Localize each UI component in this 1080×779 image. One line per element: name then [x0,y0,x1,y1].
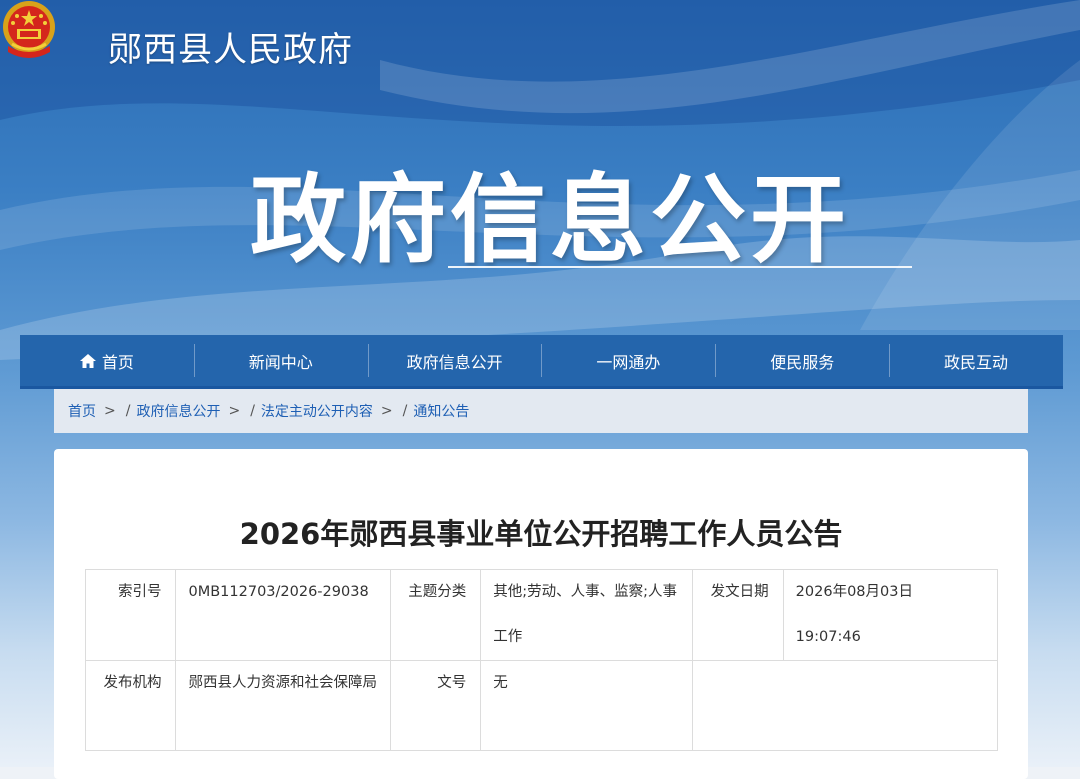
meta-label-docno: 文号 [389,660,482,751]
table-row: 发布机构 郧西县人力资源和社会保障局 文号 无 [84,660,998,751]
meta-value-date: 2026年08月03日 19:07:46 [782,569,999,661]
meta-value-org: 郧西县人力资源和社会保障局 [175,660,391,751]
breadcrumb-home[interactable]: 首页 [68,401,96,421]
nav-item-label: 一网通办 [596,352,661,372]
article-title: 2026年郧西县事业单位公开招聘工作人员公告 [239,517,843,551]
breadcrumb-slash: / [402,403,408,419]
article-meta-table: 索引号 0MB112703/2026-29038 主题分类 其他;劳动、人事、监… [84,569,999,751]
meta-label-index: 索引号 [84,569,177,661]
nav-item-online-service[interactable]: 一网通办 [541,335,715,386]
breadcrumb-notices[interactable]: 通知公告 [413,401,469,421]
meta-value-subject: 其他;劳动、人事、监察;人事工作 [480,569,694,661]
meta-value-docno: 无 [480,660,694,751]
nav-item-news[interactable]: 新闻中心 [193,335,368,386]
meta-value-index: 0MB112703/2026-29038 [175,569,391,661]
nav-item-label: 新闻中心 [248,352,313,372]
nav-item-gov-info[interactable]: 政府信息公开 [367,335,542,386]
breadcrumb-slash: / [250,403,255,419]
breadcrumb-separator: > [104,403,116,419]
table-row: 索引号 0MB112703/2026-29038 主题分类 其他;劳动、人事、监… [84,569,999,661]
breadcrumb-statutory-content[interactable]: 法定主动公开内容 [261,401,373,421]
main-nav: 首页 新闻中心 政府信息公开 一网通办 便民服务 政民互动 [20,335,1063,389]
nav-item-public-service[interactable]: 便民服务 [715,335,889,386]
breadcrumb: 首页 > / 政府信息公开 > / 法定主动公开内容 > / 通知公告 [54,389,1028,433]
meta-label-org: 发布机构 [84,660,177,751]
breadcrumb-separator: > [380,403,393,419]
breadcrumb-separator: > [228,403,241,419]
home-icon [79,353,96,368]
nav-item-label: 便民服务 [770,352,835,372]
nav-item-home[interactable]: 首页 [20,335,194,386]
meta-label-subject: 主题分类 [389,569,482,661]
breadcrumb-gov-info[interactable]: 政府信息公开 [136,401,220,421]
meta-empty-cell [692,660,998,751]
meta-label-date: 发文日期 [692,569,784,661]
nav-item-label: 政府信息公开 [406,352,503,372]
nav-item-interaction[interactable]: 政民互动 [889,335,1063,386]
nav-item-label: 政民互动 [944,352,1009,372]
nav-item-label: 首页 [101,352,134,372]
breadcrumb-slash: / [125,403,131,419]
article-content: 2026年郧西县事业单位公开招聘工作人员公告 索引号 0MB112703/202… [54,449,1028,779]
site-name[interactable]: 郧西县人民政府 [108,22,353,71]
national-emblem-icon [3,1,55,58]
banner-title-underline [448,266,912,268]
banner-title: 政府信息公开 [250,164,850,276]
